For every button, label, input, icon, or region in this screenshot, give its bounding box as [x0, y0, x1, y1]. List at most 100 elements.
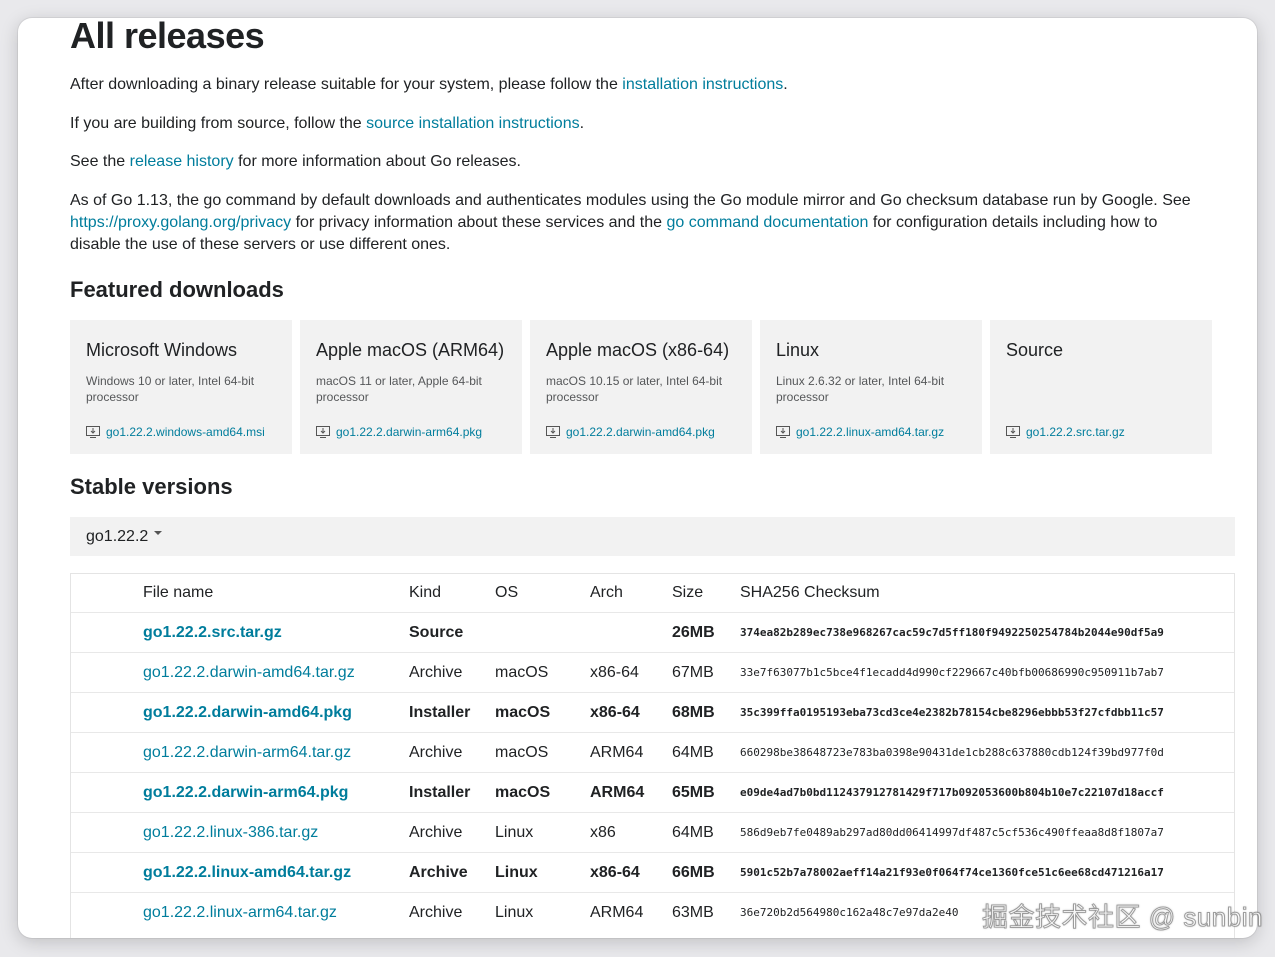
card-windows[interactable]: Microsoft Windows Windows 10 or later, I… — [70, 320, 292, 454]
kind-cell: Installer — [409, 692, 495, 733]
sha-cell: 33e7f63077b1c5bce4f1ecadd4d990cf229667c4… — [740, 652, 1234, 693]
proxy-privacy-link[interactable]: https://proxy.golang.org/privacy — [70, 214, 291, 231]
card-title: Source — [1006, 340, 1064, 360]
go-command-doc-link[interactable]: go command documentation — [666, 214, 868, 231]
installation-instructions-link[interactable]: installation instructions — [622, 76, 783, 93]
card-file-link[interactable]: go1.22.2.src.tar.gz — [1006, 424, 1125, 440]
size-cell: 65MB — [672, 772, 740, 813]
table-row: go1.22.2.darwin-arm64.pkg Installer macO… — [71, 772, 1234, 813]
card-title: Apple macOS (ARM64) — [316, 340, 505, 360]
file-link[interactable]: go1.22.2.linux-amd64.tar.gz — [143, 864, 351, 881]
intro-line-3: See the release history for more informa… — [70, 153, 521, 170]
intro-line-2: If you are building from source, follow … — [70, 115, 585, 132]
card-desc: macOS 11 or later, Apple 64-bit processo… — [316, 374, 482, 404]
card-desc: Linux 2.6.32 or later, Intel 64-bit proc… — [776, 374, 945, 404]
arch-cell: ARM64 — [590, 732, 672, 773]
download-icon — [546, 426, 560, 438]
kind-cell: Archive — [409, 732, 495, 773]
download-icon — [86, 426, 100, 438]
size-cell: 63MB — [672, 892, 740, 932]
arch-cell: x86 — [590, 812, 672, 853]
size-cell: 67MB — [672, 652, 740, 693]
col-kind: Kind — [409, 584, 442, 601]
release-history-link[interactable]: release history — [130, 153, 234, 170]
table-row: go1.22.2.linux-386.tar.gz Archive Linux … — [71, 812, 1234, 853]
table-header-row: File name Kind OS Arch Size SHA256 Check… — [71, 574, 1234, 613]
col-sha256: SHA256 Checksum — [740, 584, 880, 601]
privacy-paragraph: As of Go 1.13, the go command by default… — [70, 192, 1191, 253]
os-cell: macOS — [495, 732, 590, 773]
os-cell: macOS — [495, 772, 590, 813]
downloads-table: File name Kind OS Arch Size SHA256 Check… — [70, 573, 1235, 938]
file-link[interactable]: go1.22.2.src.tar.gz — [143, 624, 282, 641]
table-row: go1.22.2.src.tar.gz Source 26MB 374ea82b… — [71, 612, 1234, 653]
file-link[interactable]: go1.22.2.linux-arm64.tar.gz — [143, 904, 337, 921]
col-file-name: File name — [143, 584, 214, 601]
arch-cell: x86-64 — [590, 692, 672, 733]
intro-line-1: After downloading a binary release suita… — [70, 76, 788, 93]
size-cell: 68MB — [672, 692, 740, 733]
col-os: OS — [495, 584, 519, 601]
os-cell: Linux — [495, 812, 590, 853]
table-row: go1.22.2.darwin-arm64.tar.gz Archive mac… — [71, 732, 1234, 773]
sha-cell: 5901c52b7a78002aeff14a21f93e0f064f74ce13… — [740, 852, 1234, 893]
arch-cell: x86-64 — [590, 852, 672, 893]
kind-cell: Archive — [409, 812, 495, 853]
sha-cell: 586d9eb7fe0489ab297ad80dd06414997df487c5… — [740, 812, 1234, 853]
arch-cell: x86-64 — [590, 652, 672, 693]
card-file-link[interactable]: go1.22.2.darwin-amd64.pkg — [546, 424, 715, 440]
sha-cell: 35c399ffa0195193eba73cd3ce4e2382b78154cb… — [740, 692, 1234, 733]
card-macos-arm64[interactable]: Apple macOS (ARM64) macOS 11 or later, A… — [300, 320, 522, 454]
sha-cell: 374ea82b289ec738e968267cac59c7d5ff180f94… — [740, 612, 1234, 653]
kind-cell: Archive — [409, 892, 495, 932]
version-toggle[interactable]: go1.22.2 — [70, 517, 1235, 556]
caret-down-icon — [154, 531, 162, 535]
col-arch: Arch — [590, 584, 623, 601]
card-source[interactable]: Source go1.22.2.src.tar.gz — [990, 320, 1212, 454]
sha-cell: 660298be38648723e783ba0398e90431de1cb288… — [740, 732, 1234, 773]
col-size: Size — [672, 584, 704, 601]
download-icon — [316, 426, 330, 438]
sha-cell: e09de4ad7b0bd112437912781429f717b0920536… — [740, 772, 1234, 813]
kind-cell: Archive — [409, 652, 495, 693]
kind-cell: Source — [409, 612, 495, 653]
file-link[interactable]: go1.22.2.linux-386.tar.gz — [143, 824, 318, 841]
os-cell: macOS — [495, 652, 590, 693]
size-cell: 64MB — [672, 812, 740, 853]
file-link[interactable]: go1.22.2.darwin-arm64.tar.gz — [143, 744, 351, 761]
card-title: Linux — [776, 340, 820, 360]
card-macos-x86[interactable]: Apple macOS (x86-64) macOS 10.15 or late… — [530, 320, 752, 454]
table-row: go1.22.2.darwin-amd64.pkg Installer macO… — [71, 692, 1234, 733]
os-cell: macOS — [495, 692, 590, 733]
file-link[interactable]: go1.22.2.darwin-amd64.pkg — [143, 704, 352, 721]
size-cell: 26MB — [672, 612, 740, 653]
card-linux[interactable]: Linux Linux 2.6.32 or later, Intel 64-bi… — [760, 320, 982, 454]
card-desc: macOS 10.15 or later, Intel 64-bit proce… — [546, 374, 723, 404]
table-row: go1.22.2.darwin-amd64.tar.gz Archive mac… — [71, 652, 1234, 693]
size-cell: 66MB — [672, 852, 740, 893]
version-label: go1.22.2 — [86, 528, 149, 545]
os-cell: Linux — [495, 892, 590, 932]
kind-cell: Installer — [409, 772, 495, 813]
card-desc: Windows 10 or later, Intel 64-bit proces… — [86, 374, 255, 404]
card-file-link[interactable]: go1.22.2.windows-amd64.msi — [86, 424, 265, 440]
page-title: All releases — [70, 18, 265, 56]
os-cell — [495, 612, 590, 653]
download-icon — [776, 426, 790, 438]
kind-cell: Archive — [409, 852, 495, 893]
table-row: go1.22.2.linux-amd64.tar.gz Archive Linu… — [71, 852, 1234, 893]
card-file-link[interactable]: go1.22.2.darwin-arm64.pkg — [316, 424, 482, 440]
size-cell: 64MB — [672, 732, 740, 773]
card-title: Apple macOS (x86-64) — [546, 340, 730, 360]
os-cell: Linux — [495, 852, 590, 893]
arch-cell — [590, 612, 672, 653]
arch-cell: ARM64 — [590, 892, 672, 932]
card-file-link[interactable]: go1.22.2.linux-amd64.tar.gz — [776, 424, 944, 440]
file-link[interactable]: go1.22.2.darwin-arm64.pkg — [143, 784, 348, 801]
source-installation-link[interactable]: source installation instructions — [366, 115, 579, 132]
card-title: Microsoft Windows — [86, 340, 238, 360]
featured-heading: Featured downloads — [70, 277, 284, 302]
browser-window: All releases After downloading a binary … — [18, 18, 1257, 938]
file-link[interactable]: go1.22.2.darwin-amd64.tar.gz — [143, 664, 355, 681]
stable-heading: Stable versions — [70, 474, 233, 499]
